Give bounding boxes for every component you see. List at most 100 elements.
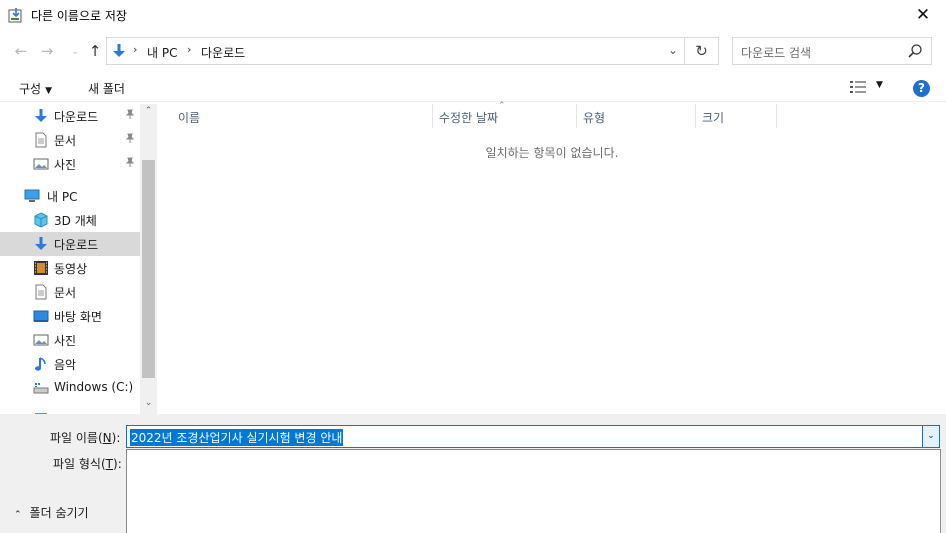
picture-icon [33, 334, 49, 346]
cube-icon [34, 212, 48, 228]
document-icon [35, 132, 47, 148]
sidebar-item-windows-drive[interactable]: Windows (C:) [0, 376, 140, 400]
picture-icon [33, 158, 49, 170]
file-list[interactable]: 이름 수정한 날짜 ⌃ 유형 크기 일치하는 항목이 없습니다. [158, 101, 946, 414]
sidebar-item-quick-downloads[interactable]: 다운로드 [0, 104, 140, 128]
sidebar-item-label: 문서 [54, 134, 77, 148]
filetype-label-end: ): [113, 457, 122, 471]
document-icon [35, 284, 47, 300]
filename-label-accesskey: N [102, 431, 112, 445]
close-button[interactable]: ✕ [900, 0, 946, 30]
column-label: 이름 [178, 111, 201, 125]
sidebar-item-downloads[interactable]: 다운로드 [0, 232, 140, 256]
column-header-name[interactable]: 이름 [172, 104, 433, 128]
address-dropdown-button[interactable]: ⌄ [668, 43, 678, 57]
navigation-scrollbar[interactable]: ⌃ ⌄ [140, 104, 157, 414]
download-icon [113, 44, 125, 57]
sidebar-item-label: 사진 [54, 334, 77, 348]
sidebar-item-desktop[interactable]: 바탕 화면 [0, 304, 140, 328]
desktop-icon [33, 310, 49, 322]
column-header-size[interactable]: 크기 [696, 104, 777, 128]
address-bar[interactable]: › 내 PC › 다운로드 ⌄ [106, 37, 685, 65]
help-button[interactable]: ? [913, 80, 930, 97]
sidebar-item-label: 사진 [54, 158, 77, 172]
sidebar-item-label: 바탕 화면 [54, 310, 102, 324]
new-folder-label: 새 폴더 [88, 82, 125, 96]
download-icon [35, 237, 47, 250]
save-form: 파일 이름(N): 2022년 조경산업기사 실기시험 변경 안내 ⌄ 파일 형… [0, 414, 946, 533]
sidebar-item-label: 문서 [54, 286, 77, 300]
refresh-button[interactable]: ↻ [685, 37, 719, 65]
navigation-bar: ← → ⌄ ↑ › 내 PC › 다운로드 ⌄ ↻ 다운로드 검색 [0, 34, 946, 68]
filename-label-text: 파일 이름( [50, 431, 103, 445]
window-title: 다른 이름으로 저장 [31, 9, 127, 23]
scroll-thumb[interactable] [142, 160, 155, 378]
forward-button[interactable]: → [38, 42, 56, 60]
breadcrumb-downloads[interactable]: 다운로드 [201, 44, 245, 61]
download-icon [35, 109, 47, 122]
filetype-label-text: 파일 형식( [53, 457, 106, 471]
column-header-type[interactable]: 유형 [577, 104, 696, 128]
hide-folders-label: 폴더 숨기기 [29, 506, 89, 520]
music-icon [35, 357, 46, 371]
sidebar-item-quick-pictures[interactable]: 사진 [0, 152, 140, 176]
breadcrumb-this-pc[interactable]: 내 PC [147, 44, 177, 61]
filename-label-end: ): [111, 431, 121, 445]
sidebar-item-label: 다운로드 [54, 238, 99, 252]
save-dialog-icon [8, 8, 22, 23]
filename-value: 2022년 조경산업기사 실기시험 변경 안내 [130, 429, 344, 446]
search-box[interactable]: 다운로드 검색 [732, 37, 932, 65]
empty-list-message: 일치하는 항목이 없습니다. [485, 146, 619, 160]
hide-folders-button[interactable]: ⌃ 폴더 숨기기 [14, 504, 89, 521]
filename-input[interactable]: 2022년 조경산업기사 실기시험 변경 안내 [126, 425, 923, 448]
recent-locations-button[interactable]: ⌄ [66, 43, 84, 61]
search-input[interactable]: 다운로드 검색 [741, 44, 811, 61]
filetype-label-accesskey: T [105, 457, 114, 471]
chevron-down-icon: ⌄ [927, 431, 935, 441]
sidebar-item-3d-objects[interactable]: 3D 개체 [0, 208, 140, 232]
sort-indicator-icon: ⌃ [498, 101, 506, 111]
filename-label: 파일 이름(N): [50, 429, 120, 446]
search-icon [908, 44, 922, 58]
sidebar-item-quick-documents[interactable]: 문서 [0, 128, 140, 152]
navigation-pane: 다운로드 문서 사진 내 PC 3D 개체 다운로드 동영상 문서 바탕 화면 … [0, 104, 157, 414]
sidebar-item-documents[interactable]: 문서 [0, 280, 140, 304]
sidebar-item-music[interactable]: 음악 [0, 352, 140, 376]
filename-autocomplete-list[interactable] [126, 449, 941, 533]
pin-icon [125, 157, 135, 170]
filename-dropdown-button[interactable]: ⌄ [922, 425, 940, 448]
drive-icon [33, 383, 49, 394]
column-label: 크기 [702, 111, 725, 125]
up-button[interactable]: ↑ [86, 42, 104, 60]
organize-button[interactable]: 구성 ▼ [19, 80, 52, 97]
pin-icon [125, 133, 135, 146]
sidebar-item-partial[interactable] [0, 404, 140, 414]
help-icon: ? [918, 81, 925, 95]
sidebar-item-pictures[interactable]: 사진 [0, 328, 140, 352]
back-button[interactable]: ← [12, 42, 30, 60]
video-icon [34, 261, 48, 275]
breadcrumb-separator: › [187, 43, 192, 56]
chevron-up-icon: ⌃ [14, 510, 22, 520]
view-options-icon[interactable] [850, 81, 866, 93]
refresh-icon: ↻ [695, 42, 708, 60]
sidebar-item-label: 음악 [54, 358, 77, 372]
sidebar-item-label: 다운로드 [54, 110, 99, 124]
column-label: 수정한 날짜 [439, 111, 499, 125]
sidebar-item-label: Windows (C:) [54, 380, 134, 394]
sidebar-item-this-pc[interactable]: 내 PC [0, 184, 140, 208]
sidebar-item-videos[interactable]: 동영상 [0, 256, 140, 280]
scroll-up-button[interactable]: ⌃ [140, 106, 157, 122]
scroll-down-button[interactable]: ⌄ [140, 398, 157, 414]
column-label: 유형 [583, 111, 606, 125]
filetype-label: 파일 형식(T): [53, 455, 122, 472]
breadcrumb-separator: › [133, 43, 138, 56]
view-dropdown-button[interactable]: ▼ [876, 80, 883, 90]
new-folder-button[interactable]: 새 폴더 [88, 80, 125, 97]
sidebar-item-label: 동영상 [54, 262, 88, 276]
chevron-down-icon: ▼ [45, 86, 53, 96]
close-icon: ✕ [915, 5, 931, 25]
pin-icon [125, 109, 135, 122]
command-toolbar: 구성 ▼ 새 폴더 ▼ ? [0, 72, 946, 102]
sidebar-item-label: 3D 개체 [54, 214, 97, 228]
